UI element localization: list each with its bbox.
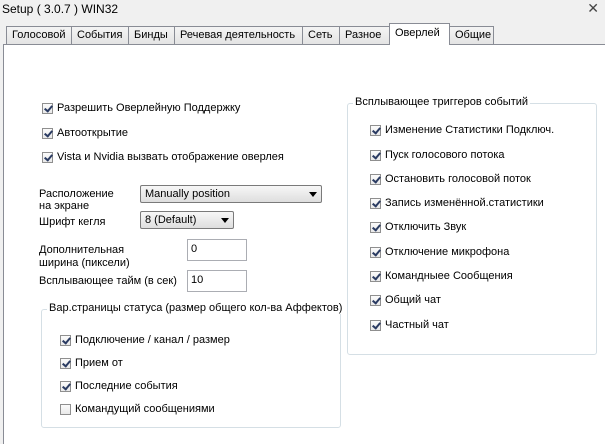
event-triggers-group: Всплывающее триггеров событий Изменение …	[347, 96, 597, 355]
status-group-title: Вар.страницы статуса (размер общего кол-…	[47, 302, 345, 314]
enable-overlay-checkbox[interactable]	[42, 102, 53, 114]
status-item-receive[interactable]: Прием от	[60, 357, 123, 369]
extra-width-label: Дополнительная	[39, 244, 125, 256]
font-label: Шрифт кегля	[39, 216, 106, 228]
trigger-voice-start-label: Пуск голосового потока	[385, 149, 505, 161]
trigger-mic-off-label: Отключение микрофона	[385, 246, 510, 258]
status-receive-label: Прием от	[75, 357, 123, 369]
vista-nvidia-label: Vista и Nvidia вызвать отображение оверл…	[57, 151, 284, 163]
extra-width-input[interactable]: 0	[187, 239, 247, 261]
trigger-mute-label: Отключить Звук	[385, 221, 467, 233]
trigger-voice-stop-label: Остановить голосовой поток	[385, 173, 531, 185]
trigger-voice-start-checkbox[interactable]	[370, 149, 381, 161]
triggers-group-title: Всплывающее триггеров событий	[353, 96, 531, 108]
autostart-checkbox[interactable]	[42, 127, 53, 139]
title-bar: Setup ( 3.0.7 ) WIN32 ✕	[0, 0, 605, 20]
status-commander-label: Командущий сообщениями	[75, 403, 215, 415]
popup-time-input[interactable]: 10	[187, 270, 247, 292]
autostart-row[interactable]: Автооткрытие	[42, 127, 128, 139]
trigger-item-private-chat[interactable]: Частный чат	[370, 319, 449, 331]
trigger-stats-record-label: Запись изменённой.статистики	[385, 197, 544, 209]
trigger-private-chat-label: Частный чат	[385, 319, 449, 331]
status-item-recent-events[interactable]: Последние события	[60, 380, 178, 392]
trigger-stats-change-checkbox[interactable]	[370, 124, 381, 136]
font-size-select-value: 8 (Default)	[145, 214, 197, 226]
status-commander-checkbox[interactable]	[60, 403, 71, 415]
popup-time-label: Всплывающее тайм (в сек)	[39, 275, 177, 287]
trigger-item-stats-change[interactable]: Изменение Статистики Подключ.	[370, 124, 554, 136]
trigger-mic-off-checkbox[interactable]	[370, 246, 381, 258]
status-connection-label: Подключение / канал / размер	[75, 334, 230, 346]
trigger-item-voice-start[interactable]: Пуск голосового потока	[370, 149, 505, 161]
enable-overlay-row[interactable]: Разрешить Оверлейную Поддержку	[42, 102, 240, 114]
status-recent-events-checkbox[interactable]	[60, 380, 71, 392]
status-page-group: Вар.страницы статуса (размер общего кол-…	[41, 302, 345, 428]
status-receive-checkbox[interactable]	[60, 357, 71, 369]
tab-strip: Голосовой События Бинды Речевая деятельн…	[3, 22, 603, 46]
position-select-value: Manually position	[145, 188, 230, 200]
trigger-item-team-messages[interactable]: Командныее Сообщения	[370, 270, 513, 282]
tab-binds[interactable]: Бинды	[128, 26, 175, 44]
extra-width-label-2: ширина (пиксели)	[39, 257, 130, 269]
tab-speech-activity[interactable]: Речевая деятельность	[174, 26, 303, 44]
position-label-2: на экране	[39, 200, 90, 212]
status-connection-checkbox[interactable]	[60, 334, 71, 346]
trigger-item-mic-off[interactable]: Отключение микрофона	[370, 246, 509, 258]
vista-nvidia-row[interactable]: Vista и Nvidia вызвать отображение оверл…	[42, 151, 284, 163]
trigger-item-general-chat[interactable]: Общий чат	[370, 294, 441, 306]
trigger-voice-stop-checkbox[interactable]	[370, 173, 381, 185]
tab-network[interactable]: Сеть	[302, 26, 340, 44]
trigger-team-messages-checkbox[interactable]	[370, 270, 381, 282]
trigger-private-chat-checkbox[interactable]	[370, 319, 381, 331]
trigger-item-voice-stop[interactable]: Остановить голосовой поток	[370, 173, 531, 185]
trigger-stats-change-label: Изменение Статистики Подключ.	[385, 124, 555, 136]
status-item-connection[interactable]: Подключение / канал / размер	[60, 334, 230, 346]
status-item-commander[interactable]: Командущий сообщениями	[60, 403, 215, 415]
window-title: Setup ( 3.0.7 ) WIN32	[2, 2, 119, 16]
trigger-item-stats-record[interactable]: Запись изменённой.статистики	[370, 197, 544, 209]
autostart-label: Автооткрытие	[57, 127, 129, 139]
trigger-mute-checkbox[interactable]	[370, 221, 381, 233]
trigger-general-chat-label: Общий чат	[385, 294, 441, 306]
overlay-panel: Разрешить Оверлейную Поддержку Автооткры…	[3, 44, 605, 444]
tab-voice[interactable]: Голосовой	[6, 26, 72, 44]
status-recent-events-label: Последние события	[75, 380, 178, 392]
enable-overlay-label: Разрешить Оверлейную Поддержку	[57, 102, 241, 114]
tab-general[interactable]: Общие	[449, 26, 494, 44]
position-select[interactable]: Manually position	[140, 185, 322, 203]
tab-events[interactable]: События	[71, 26, 129, 44]
trigger-team-messages-label: Командныее Сообщения	[385, 270, 513, 282]
font-size-select[interactable]: 8 (Default)	[140, 211, 234, 229]
chevron-down-icon	[221, 218, 229, 223]
trigger-stats-record-checkbox[interactable]	[370, 197, 381, 209]
chevron-down-icon	[309, 192, 317, 197]
trigger-item-mute[interactable]: Отключить Звук	[370, 221, 466, 233]
trigger-general-chat-checkbox[interactable]	[370, 294, 381, 306]
tab-misc[interactable]: Разное	[339, 26, 391, 44]
close-icon[interactable]: ✕	[587, 0, 599, 17]
vista-nvidia-checkbox[interactable]	[42, 151, 53, 163]
tab-overlay[interactable]: Оверлей	[389, 23, 450, 45]
